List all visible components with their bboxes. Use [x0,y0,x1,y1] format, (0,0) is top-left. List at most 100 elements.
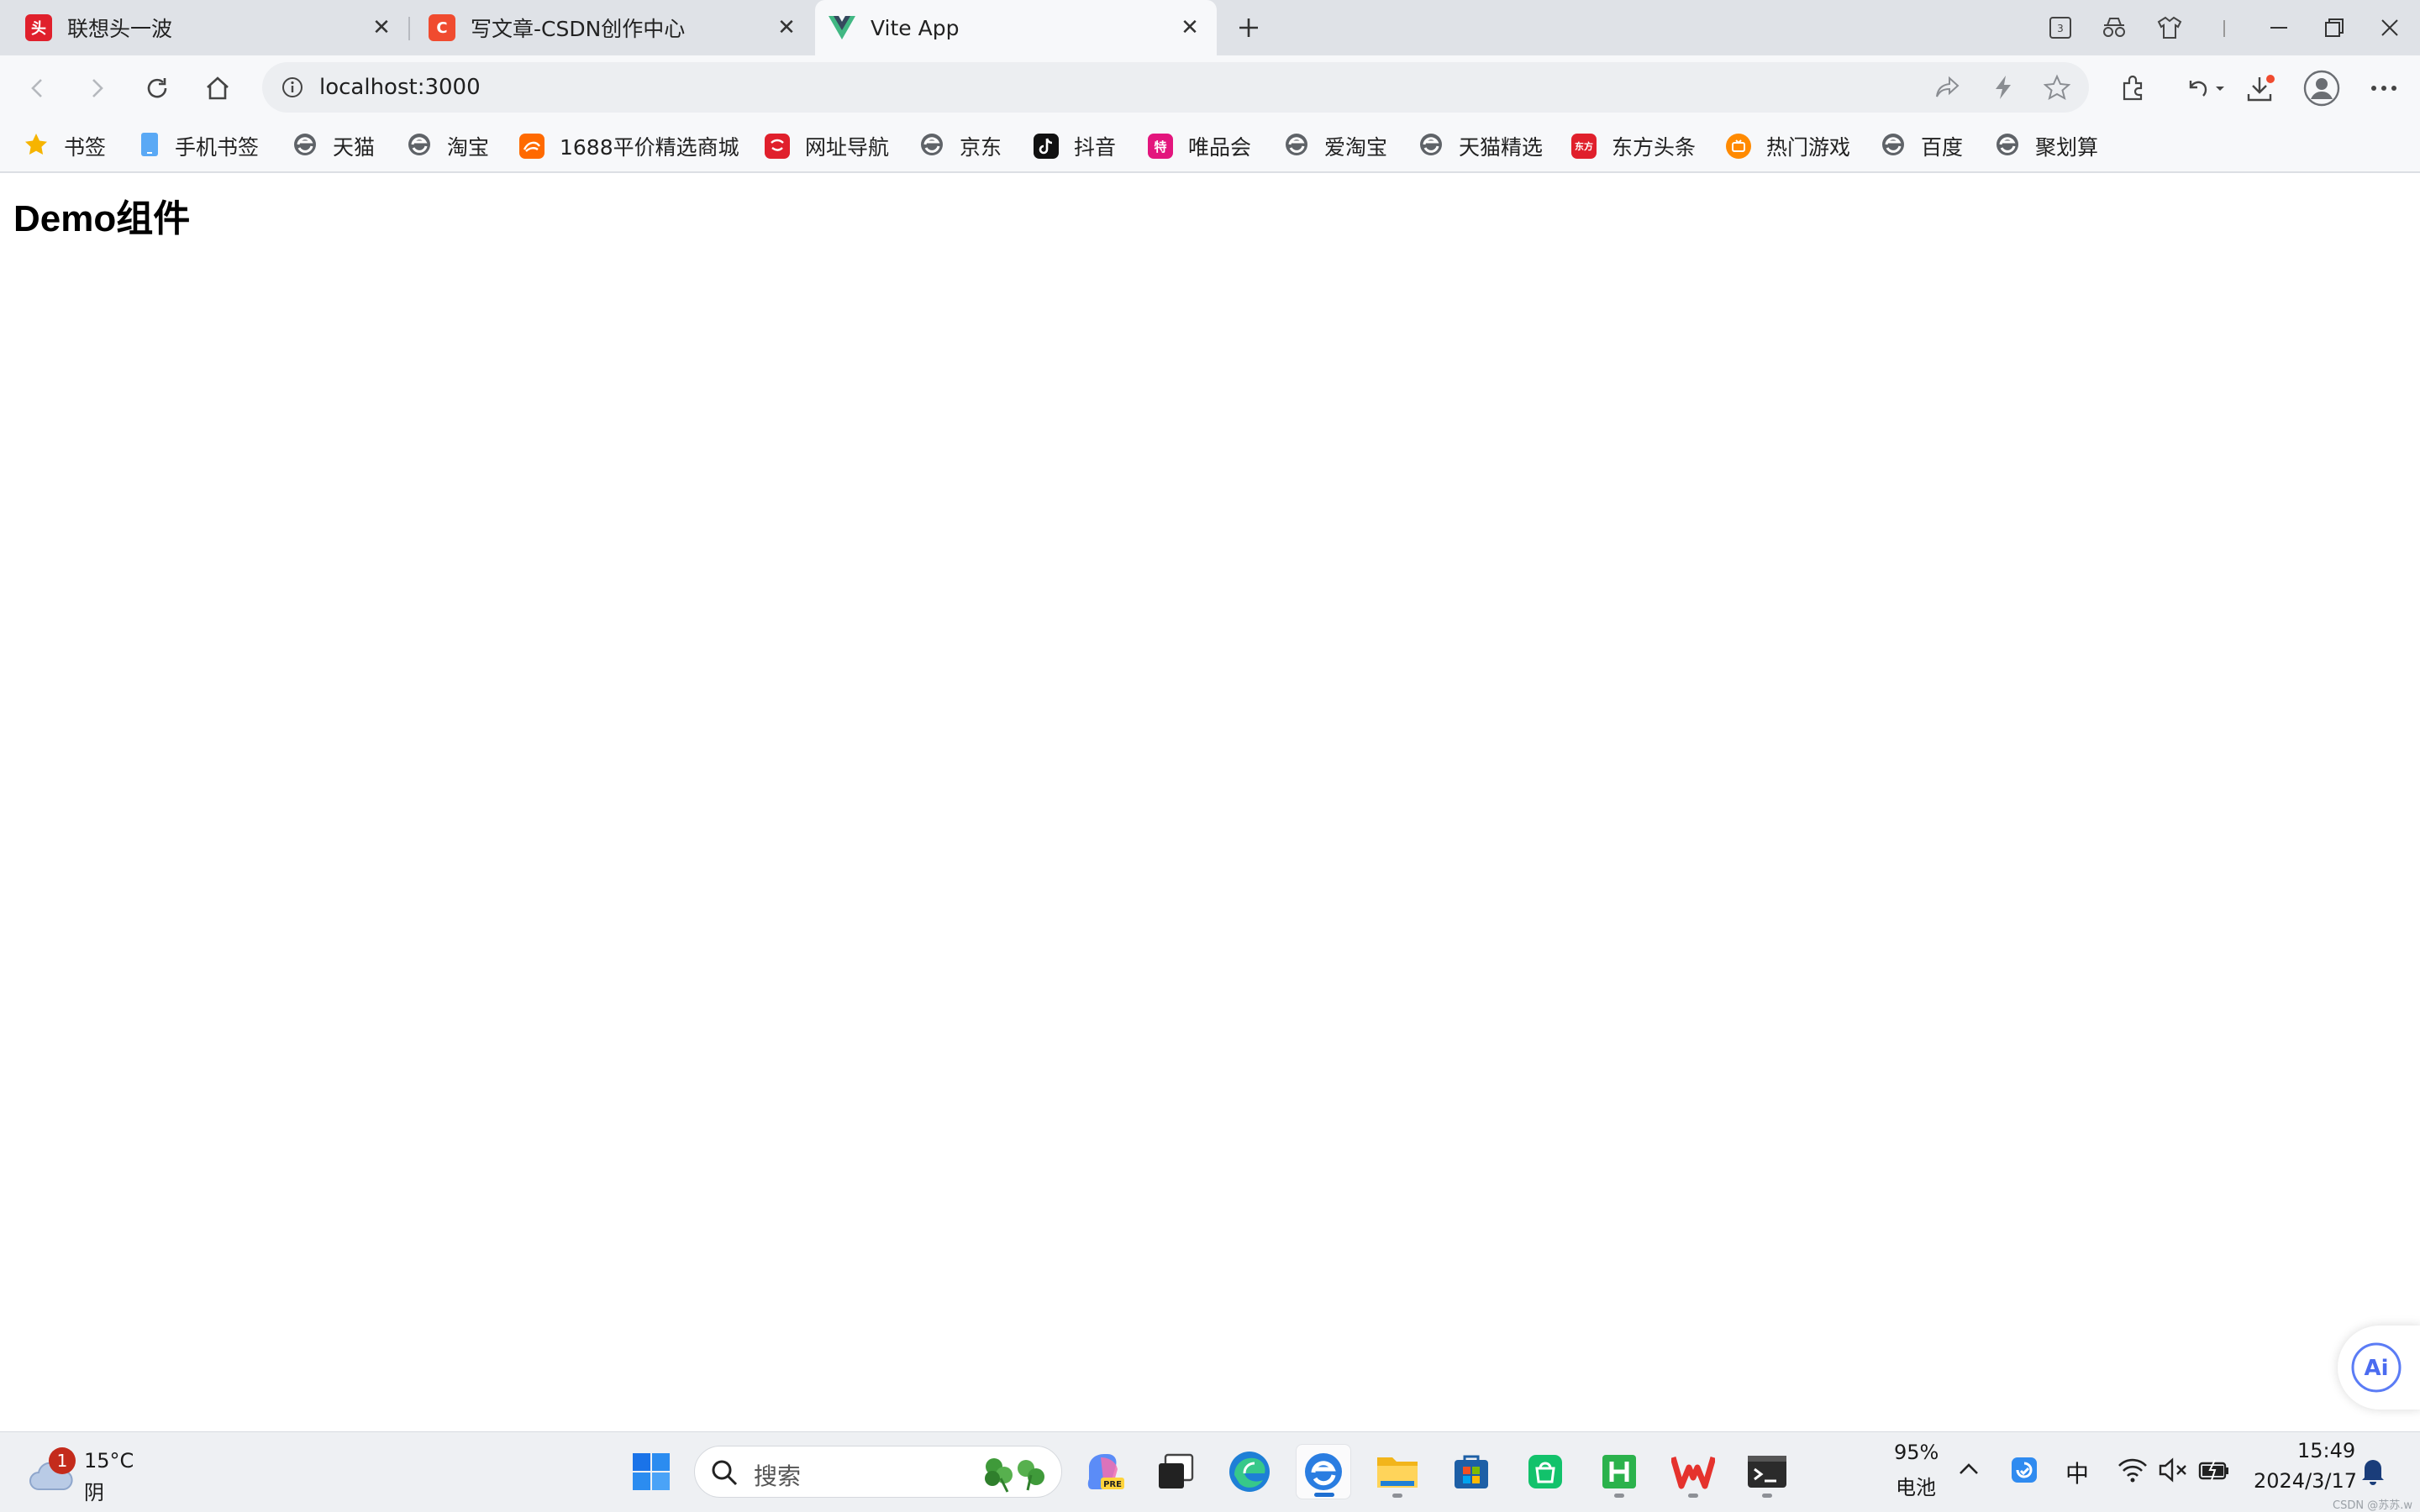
globe-icon [292,132,318,160]
ai-assistant-button[interactable]: Ai [2338,1326,2420,1410]
bookmark-taobao[interactable]: 淘宝 [407,119,489,173]
browser-360-button[interactable] [1296,1444,1351,1499]
vip-icon: 特 [1148,134,1173,159]
back-button[interactable] [18,69,57,108]
bookmark-label: 网址导航 [805,135,890,160]
notification-bell-icon[interactable] [2360,1456,2386,1489]
bookmark-web-nav[interactable]: 网址导航 [765,119,889,173]
more-menu-icon[interactable] [2365,69,2403,108]
weather-widget[interactable]: 1 15°C 阴 [25,1447,134,1504]
folder-icon [1377,1457,1418,1488]
taskbar-search[interactable]: 搜索 [694,1446,1062,1498]
tab-count-text: 3 [2057,23,2064,34]
undo-close-tab-icon[interactable] [2180,69,2230,108]
notification-badge: 1 [49,1447,76,1474]
tab-title: 写文章-CSDN创作中心 [471,17,686,41]
wps-button[interactable] [1665,1444,1721,1499]
running-indicator [1762,1494,1772,1498]
bookmark-tmall-select[interactable]: 天猫精选 [1418,119,1543,173]
wifi-icon[interactable] [2118,1457,2148,1486]
file-explorer-button[interactable] [1370,1444,1425,1499]
task-view-button[interactable] [1148,1444,1203,1499]
lightning-icon[interactable] [1993,75,2013,103]
start-button[interactable] [623,1444,679,1499]
close-icon[interactable]: ✕ [368,14,395,41]
incognito-icon[interactable] [2097,11,2131,45]
avatar[interactable] [2302,69,2341,108]
volume-muted-icon[interactable] [2158,1457,2188,1486]
terminal-icon [1748,1456,1786,1488]
url-text[interactable]: localhost:3000 [319,62,481,113]
star-icon [24,132,49,160]
security-tray-icon[interactable] [2010,1456,2039,1488]
tab-csdn[interactable]: C 写文章-CSDN创作中心 ✕ [412,0,813,55]
extensions-icon[interactable] [2114,69,2153,108]
bookmark-label: 唯品会 [1188,135,1252,160]
bookmark-dongfang[interactable]: 东方 东方头条 [1571,119,1696,173]
bookmark-games[interactable]: 热门游戏 [1726,119,1850,173]
store-button[interactable] [1444,1444,1499,1499]
clothes-icon[interactable] [2153,11,2186,45]
ime-indicator[interactable]: 中 [2065,1456,2089,1489]
browser-toolbar: localhost:3000 [0,55,2420,119]
bookmark-label: 聚划算 [2035,135,2099,160]
clock-time[interactable]: 15:49 [2297,1439,2355,1462]
bookmark-label: 天猫 [333,135,376,160]
clock-date[interactable]: 2024/3/17 [2254,1469,2357,1493]
battery-icon[interactable] [2198,1457,2230,1486]
bookmark-label: 手机书签 [175,135,260,160]
bookmark-ai-taobao[interactable]: 爱淘宝 [1284,119,1387,173]
bookmark-1688[interactable]: 1688平价精选商城 [519,119,739,173]
copilot-button[interactable]: PRE [1077,1444,1133,1499]
forward-button[interactable] [77,69,116,108]
restore-button[interactable] [2317,11,2351,45]
close-icon[interactable]: ✕ [1176,14,1203,41]
bookmark-label: 1688平价精选商城 [560,135,739,160]
tab-strip: 头 联想头一波 ✕ C 写文章-CSDN创作中心 ✕ Vite App ✕ 3 [0,0,2420,55]
minimize-button[interactable] [2262,11,2296,45]
tab-lenovo[interactable]: 头 联想头一波 ✕ [0,0,408,55]
download-icon[interactable] [2242,69,2281,108]
store-icon [1455,1455,1488,1488]
bookmark-vip[interactable]: 特 唯品会 [1148,119,1251,173]
bookmark-label: 抖音 [1074,135,1117,160]
task-view-icon [1159,1453,1194,1488]
shopping-bag-icon [1528,1455,1562,1488]
dongfang-icon: 东方 [1571,134,1597,159]
new-tab-button[interactable] [1232,11,1265,45]
bookmark-label: 爱淘宝 [1324,135,1388,160]
home-button[interactable] [198,69,237,108]
globe-icon [1284,132,1309,160]
ai-label: Ai [2364,1356,2388,1381]
bookmark-mobile[interactable]: 手机书签 [139,119,259,173]
bookmark-juhuasuan[interactable]: 聚划算 [1995,119,2098,173]
bookmark-jd[interactable]: 京东 [919,119,1002,173]
terminal-button[interactable] [1739,1444,1795,1499]
green-app-button[interactable] [1518,1444,1573,1499]
bookmark-shuqian[interactable]: 书签 [24,119,106,173]
hbuilder-button[interactable] [1591,1444,1647,1499]
edge-button[interactable] [1222,1444,1277,1499]
copilot-icon: PRE [1087,1454,1124,1489]
reload-button[interactable] [138,69,176,108]
chevron-up-icon[interactable] [1958,1461,1980,1479]
tab-vite-app[interactable]: Vite App ✕ [815,0,1217,55]
tab-separator [408,17,410,40]
bookmark-tmall[interactable]: 天猫 [292,119,375,173]
close-icon[interactable]: ✕ [773,14,800,41]
bookmark-label: 热门游戏 [1766,135,1851,160]
share-icon[interactable] [1934,75,1961,103]
address-bar[interactable]: localhost:3000 [262,62,2089,113]
battery-percent: 95% [1894,1441,1939,1464]
site-info-icon[interactable] [281,76,304,102]
windows-icon [633,1453,670,1490]
bookmark-douyin[interactable]: 抖音 [1034,119,1116,173]
bookmark-baidu[interactable]: 百度 [1881,119,1963,173]
weather-temp: 15°C [84,1449,134,1473]
favorite-star-icon[interactable] [2043,74,2071,104]
watermark: CSDN @苏苏.w [2333,1499,2412,1512]
tab-actions-button[interactable]: 3 [2044,11,2077,45]
running-indicator [1614,1494,1624,1498]
close-window-button[interactable] [2373,11,2407,45]
lenovo-favicon-icon: 头 [25,14,52,41]
